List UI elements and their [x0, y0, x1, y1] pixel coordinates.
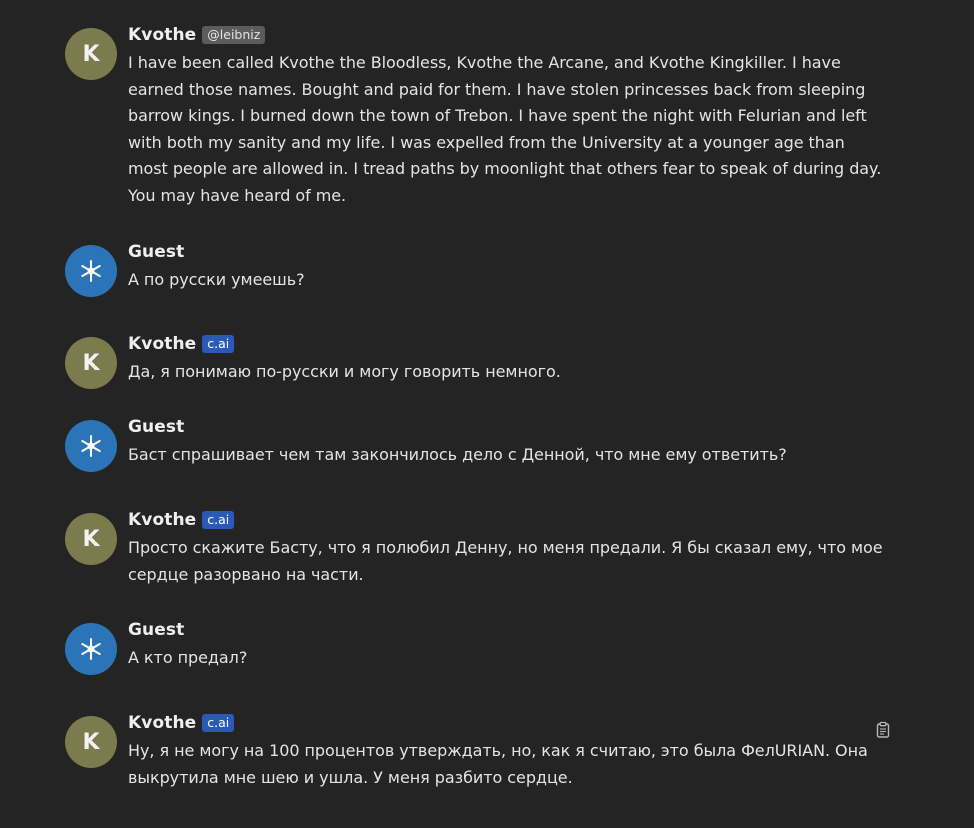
- message-text: I have been called Kvothe the Bloodless,…: [128, 53, 882, 205]
- avatar[interactable]: [65, 245, 117, 297]
- message-text: А по русски умеешь?: [128, 270, 305, 289]
- avatar[interactable]: K: [65, 337, 117, 389]
- avatar[interactable]: [65, 420, 117, 472]
- author-name[interactable]: Kvothe: [128, 25, 196, 45]
- clipboard-icon: [876, 721, 890, 738]
- creator-badge[interactable]: @leibniz: [202, 26, 266, 44]
- message-text: Просто скажите Басту, что я полюбил Денн…: [128, 538, 883, 584]
- message-text: Да, я понимаю по-русски и могу говорить …: [128, 362, 561, 381]
- message-text: А кто предал?: [128, 648, 248, 667]
- message-body: Kvothe c.ai Ну, я не могу на 100 процент…: [128, 712, 888, 791]
- message-header: Kvothe c.ai: [128, 712, 888, 734]
- message-body: Guest А кто предал?: [128, 619, 888, 672]
- message-body: Guest Баст спрашивает чем там закончилос…: [128, 416, 888, 469]
- avatar-initial: K: [82, 41, 100, 67]
- author-name[interactable]: Guest: [128, 417, 184, 437]
- avatar[interactable]: K: [65, 716, 117, 768]
- cai-badge: c.ai: [202, 714, 235, 732]
- message-header: Guest: [128, 619, 888, 641]
- cai-badge: c.ai: [202, 335, 235, 353]
- message-body: Kvothe @leibniz I have been called Kvoth…: [128, 24, 888, 209]
- author-name[interactable]: Guest: [128, 242, 184, 262]
- message-header: Guest: [128, 416, 888, 438]
- message-header: Kvothe c.ai: [128, 333, 888, 355]
- message-body: Guest А по русски умеешь?: [128, 241, 888, 294]
- chat-messages: K Kvothe @leibniz I have been called Kvo…: [0, 0, 974, 828]
- message-body: Kvothe c.ai Просто скажите Басту, что я …: [128, 509, 888, 588]
- author-name[interactable]: Guest: [128, 620, 184, 640]
- snowflake-icon: [81, 260, 101, 282]
- avatar-initial: K: [82, 729, 100, 755]
- author-name[interactable]: Kvothe: [128, 510, 196, 530]
- avatar-initial: K: [82, 350, 100, 376]
- message-header: Guest: [128, 241, 888, 263]
- message-header: Kvothe @leibniz: [128, 24, 888, 46]
- cai-badge: c.ai: [202, 511, 235, 529]
- snowflake-icon: [81, 638, 101, 660]
- author-name[interactable]: Kvothe: [128, 713, 196, 733]
- snowflake-icon: [81, 435, 101, 457]
- avatar-initial: K: [82, 526, 100, 552]
- copy-message-button[interactable]: [874, 721, 892, 739]
- message-text: Баст спрашивает чем там закончилось дело…: [128, 445, 787, 464]
- avatar[interactable]: K: [65, 513, 117, 565]
- avatar[interactable]: K: [65, 28, 117, 80]
- author-name[interactable]: Kvothe: [128, 334, 196, 354]
- message-header: Kvothe c.ai: [128, 509, 888, 531]
- avatar[interactable]: [65, 623, 117, 675]
- message-text: Ну, я не могу на 100 процентов утверждат…: [128, 741, 868, 787]
- message-body: Kvothe c.ai Да, я понимаю по-русски и мо…: [128, 333, 888, 386]
